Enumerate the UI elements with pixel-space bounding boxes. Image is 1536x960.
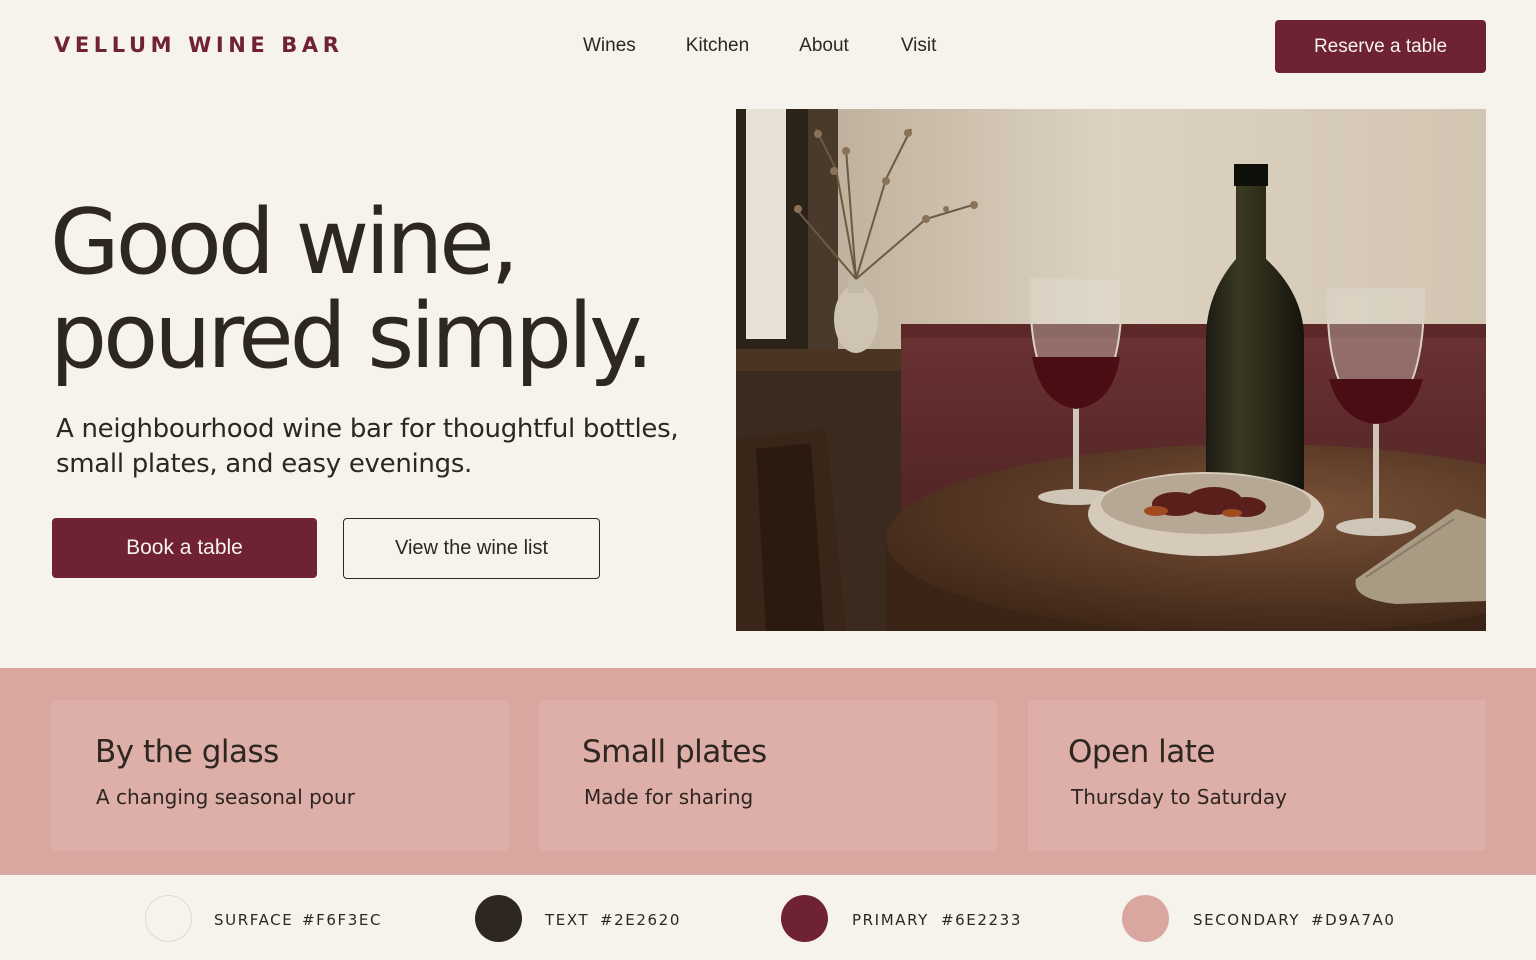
- feature-title: Open late: [1068, 734, 1216, 770]
- swatch-surface-name: SURFACE: [214, 911, 294, 929]
- hero-headline-line2: poured simply.: [50, 284, 654, 389]
- nav-item-about[interactable]: About: [799, 35, 849, 57]
- hero-headline-line1: Good wine,: [50, 190, 519, 295]
- feature-card-open-late: Open late Thursday to Saturday: [1028, 700, 1486, 851]
- swatch-primary: [781, 895, 828, 942]
- swatch-surface: [145, 895, 192, 942]
- wine-table-illustration: [736, 109, 1486, 631]
- swatch-secondary-name: SECONDARY: [1193, 911, 1301, 929]
- hero-headline: Good wine, poured simply.: [50, 196, 710, 384]
- feature-card-by-the-glass: By the glass A changing seasonal pour: [51, 700, 509, 851]
- main-nav: Wines Kitchen About Visit: [583, 35, 936, 57]
- book-table-button[interactable]: Book a table: [52, 518, 317, 578]
- hero-photo: [736, 109, 1486, 631]
- nav-item-visit[interactable]: Visit: [901, 35, 937, 57]
- feature-title: By the glass: [95, 734, 279, 770]
- hero-subtitle: A neighbourhood wine bar for thoughtful …: [56, 414, 679, 479]
- swatch-text-hex: #2E2620: [600, 911, 681, 929]
- swatch-secondary-hex: #D9A7A0: [1311, 911, 1396, 929]
- feature-text: Made for sharing: [584, 785, 754, 809]
- swatch-secondary: [1122, 895, 1169, 942]
- nav-item-wines[interactable]: Wines: [583, 35, 636, 57]
- swatch-primary-hex: #6E2233: [941, 911, 1022, 929]
- nav-item-kitchen[interactable]: Kitchen: [686, 35, 749, 57]
- swatch-text-name: TEXT: [545, 911, 590, 929]
- view-wine-list-button[interactable]: View the wine list: [343, 518, 600, 579]
- swatch-text: [475, 895, 522, 942]
- swatch-primary-name: PRIMARY: [852, 911, 929, 929]
- feature-title: Small plates: [582, 734, 767, 770]
- site-header: VELLUM WINE BAR Wines Kitchen About Visi…: [0, 0, 1536, 96]
- feature-text: Thursday to Saturday: [1071, 785, 1287, 809]
- feature-card-small-plates: Small plates Made for sharing: [539, 700, 997, 851]
- reserve-table-button[interactable]: Reserve a table: [1275, 20, 1486, 73]
- swatch-surface-hex: #F6F3EC: [302, 911, 383, 929]
- feature-text: A changing seasonal pour: [96, 785, 355, 809]
- brand-logo[interactable]: VELLUM WINE BAR: [54, 33, 344, 57]
